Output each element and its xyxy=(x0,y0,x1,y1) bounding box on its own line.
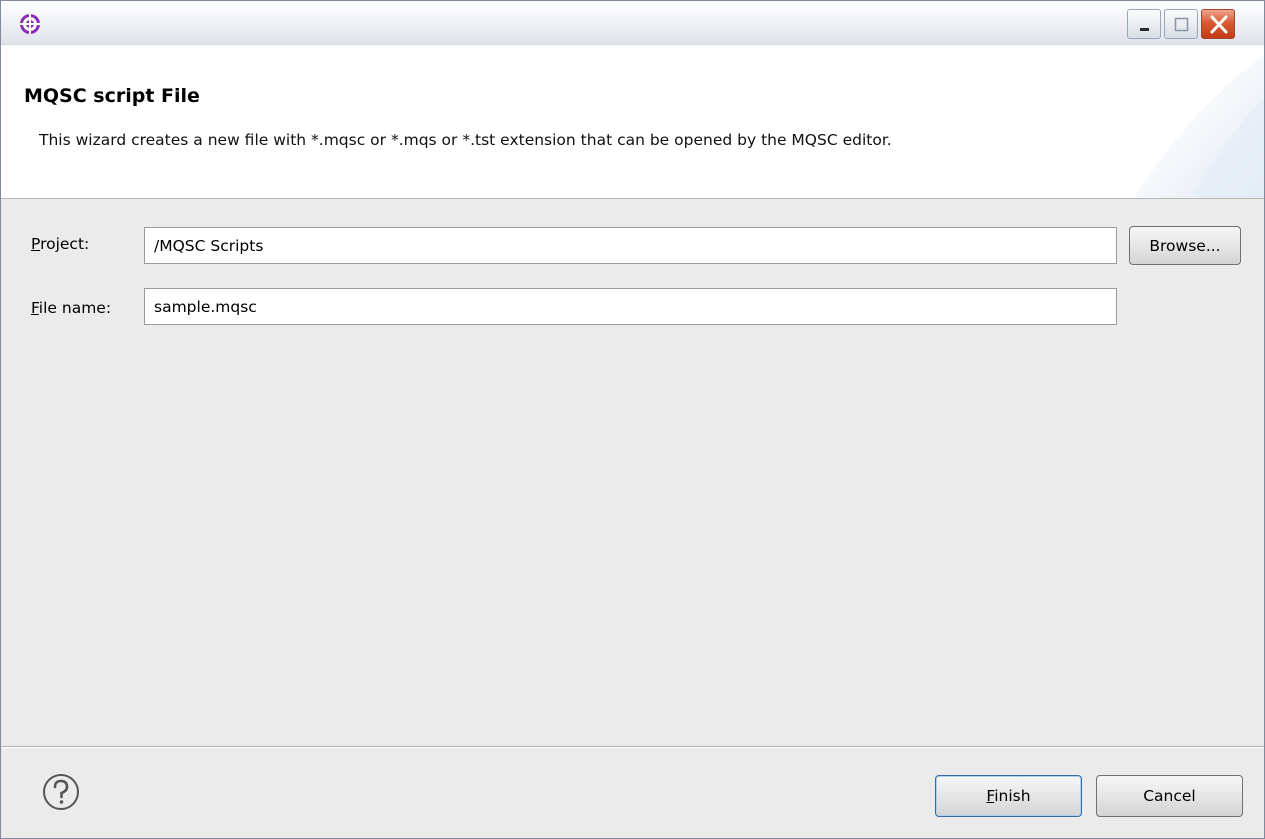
file-name-label: File name: xyxy=(31,299,112,317)
close-icon xyxy=(1210,15,1228,34)
title-bar[interactable] xyxy=(1,1,1264,45)
wizard-title: MQSC script File xyxy=(24,85,200,107)
project-label: Project: xyxy=(31,235,90,253)
finish-button-label: Finish xyxy=(986,787,1031,805)
wizard-dialog: MQSC script File This wizard creates a n… xyxy=(0,0,1265,839)
close-button[interactable] xyxy=(1201,9,1235,39)
maximize-icon xyxy=(1174,17,1189,32)
banner-graphic xyxy=(1134,55,1264,198)
cancel-button-label: Cancel xyxy=(1143,787,1196,805)
browse-button-label: Browse... xyxy=(1149,236,1221,255)
cancel-button[interactable]: Cancel xyxy=(1096,775,1243,817)
wizard-description: This wizard creates a new file with *.mq… xyxy=(39,131,892,149)
maximize-button[interactable] xyxy=(1164,9,1198,39)
minimize-icon xyxy=(1140,28,1149,31)
browse-button[interactable]: Browse... xyxy=(1129,226,1241,265)
wizard-header: MQSC script File This wizard creates a n… xyxy=(1,45,1264,199)
footer-divider xyxy=(1,746,1264,748)
minimize-button[interactable] xyxy=(1127,9,1161,39)
finish-button[interactable]: Finish xyxy=(935,775,1082,817)
file-name-input[interactable] xyxy=(144,288,1117,325)
help-question-icon[interactable] xyxy=(41,772,81,812)
app-icon xyxy=(19,13,41,35)
project-input[interactable] xyxy=(144,227,1117,264)
